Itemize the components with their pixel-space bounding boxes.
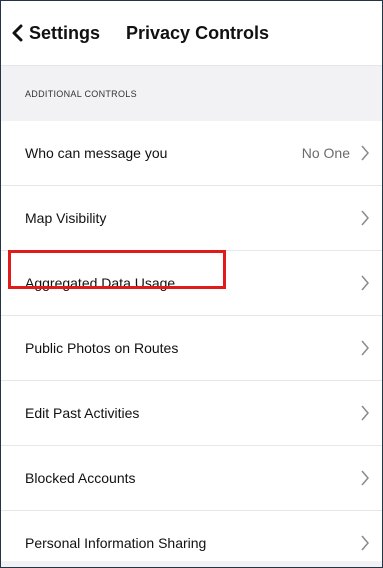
privacy-controls-screen: Settings Privacy Controls ADDITIONAL CON… (0, 0, 383, 568)
back-label: Settings (29, 22, 101, 43)
chevron-right-icon (361, 535, 369, 551)
chevron-right-icon (361, 210, 369, 226)
row-edit-past-activities[interactable]: Edit Past Activities (1, 381, 382, 446)
chevron-right-icon (361, 470, 369, 486)
page-title: Privacy Controls (126, 22, 270, 43)
row-label: Public Photos on Routes (25, 340, 179, 356)
bottom-section-divider (1, 561, 382, 567)
chevron-right-icon (361, 145, 369, 161)
row-map-visibility[interactable]: Map Visibility (1, 186, 382, 251)
row-label: Blocked Accounts (25, 470, 136, 486)
chevron-right-icon (361, 405, 369, 421)
row-who-can-message-you[interactable]: Who can message you No One (1, 121, 382, 186)
nav-header: Settings Privacy Controls (1, 1, 382, 65)
row-public-photos-on-routes[interactable]: Public Photos on Routes (1, 316, 382, 381)
row-blocked-accounts[interactable]: Blocked Accounts (1, 446, 382, 511)
settings-list: Who can message you No One Map Visibilit… (1, 121, 382, 567)
chevron-left-icon (12, 24, 23, 42)
back-button[interactable]: Settings (11, 23, 100, 44)
row-aggregated-data-usage[interactable]: Aggregated Data Usage (1, 251, 382, 316)
section-title: ADDITIONAL CONTROLS (25, 88, 137, 99)
row-label: Aggregated Data Usage (25, 275, 176, 291)
row-label: Personal Information Sharing (25, 535, 207, 551)
row-personal-information-sharing[interactable]: Personal Information Sharing (1, 511, 382, 567)
section-header: ADDITIONAL CONTROLS (1, 65, 382, 121)
row-label: Map Visibility (25, 210, 107, 226)
row-value: No One (301, 145, 350, 161)
chevron-right-icon (361, 275, 369, 291)
chevron-right-icon (361, 340, 369, 356)
row-label: Who can message you (25, 145, 168, 161)
row-label: Edit Past Activities (25, 405, 140, 421)
